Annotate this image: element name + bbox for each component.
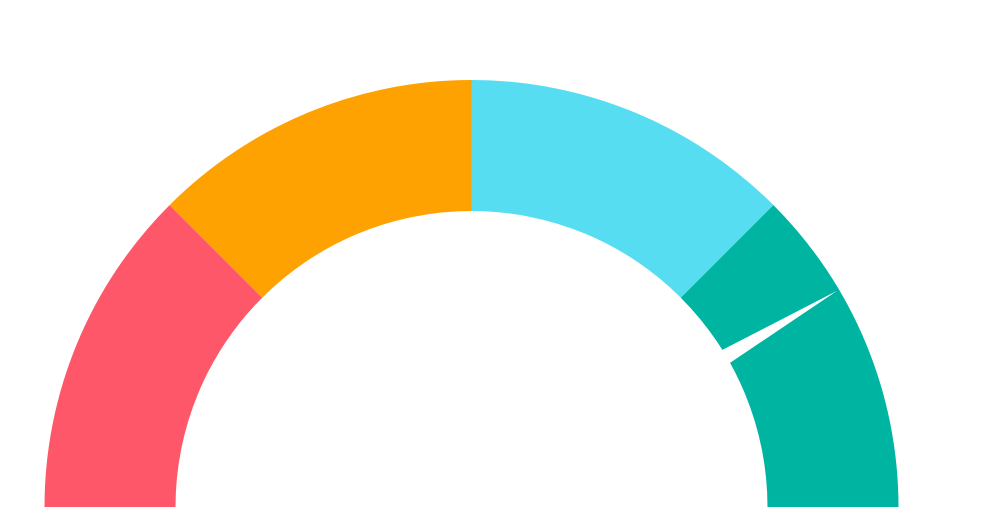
gauge-svg [44,79,899,507]
gauge-bands [44,79,899,507]
gauge-chart [0,0,1000,532]
